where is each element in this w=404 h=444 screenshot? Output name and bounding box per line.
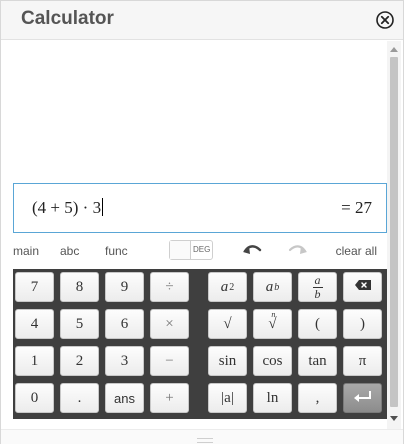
key-close-paren[interactable]: ) [343,309,382,339]
key-enter[interactable] [343,383,382,413]
key-ans[interactable]: ans [105,383,144,413]
title-bar: Calculator [1,1,403,40]
key-open-paren[interactable]: ( [298,309,337,339]
scroll-down-icon[interactable] [390,416,398,421]
key-nth-root[interactable]: n √ [253,309,292,339]
key-power-exponent: b [274,281,280,293]
key-power[interactable]: ab [253,272,292,302]
tab-func[interactable]: func [105,244,128,258]
key-fraction[interactable]: ab [298,272,337,302]
key-0[interactable]: 0 [15,383,54,413]
expression-input[interactable]: (4 + 5) · 3 = 27 [13,183,387,233]
key-6[interactable]: 6 [105,309,144,339]
expression-text: (4 + 5) · 3 [32,198,104,217]
key-sqrt[interactable]: √ [208,309,247,339]
tab-main[interactable]: main [13,244,39,258]
key-4[interactable]: 4 [15,309,54,339]
key-5[interactable]: 5 [60,309,99,339]
key-minus[interactable]: − [150,346,189,376]
nth-root-index: n [271,309,276,319]
tab-abc[interactable]: abc [60,244,79,258]
key-8[interactable]: 8 [60,272,99,302]
deg-toggle[interactable]: DEG [169,240,213,260]
toggle-knob [170,241,191,259]
redo-icon[interactable] [287,241,309,259]
result-text: = 27 [341,198,372,217]
fraction-glyph: ab [312,272,323,301]
key-decimal[interactable]: . [60,383,99,413]
backspace-icon [354,279,372,296]
history-display [13,41,387,183]
key-abs[interactable]: |a| [208,383,247,413]
deg-label: DEG [193,245,211,254]
keypad: 7 8 9 ÷ a2 ab ab 4 5 6 × √ n √ () 1 2 3… [13,269,387,419]
fraction-numerator: a [314,272,321,287]
key-square-exponent: 2 [229,281,235,293]
scrollbar-thumb[interactable] [390,57,398,407]
key-9[interactable]: 9 [105,272,144,302]
key-pi[interactable]: π [343,346,382,376]
key-ln[interactable]: ln [253,383,292,413]
resize-handle[interactable] [197,438,213,443]
key-plus[interactable]: + [150,383,189,413]
key-comma[interactable]: , [298,383,337,413]
key-backspace[interactable] [343,272,382,302]
calculator-window: Calculator (4 + 5) · 3 = 27 main abc fun… [0,0,404,444]
scroll-up-icon[interactable] [390,47,398,52]
key-sin[interactable]: sin [208,346,247,376]
key-square[interactable]: a2 [208,272,247,302]
close-icon[interactable] [375,10,395,30]
nth-root-glyph: n √ [268,310,276,333]
fraction-denominator: b [314,286,321,301]
clear-all-button[interactable]: clear all [336,244,377,258]
enter-icon [353,389,373,408]
vertical-scrollbar[interactable] [387,41,401,429]
undo-icon[interactable] [241,241,263,259]
key-7[interactable]: 7 [15,272,54,302]
key-cos[interactable]: cos [253,346,292,376]
calculator-toolbar: main abc func DEG clear all [13,233,387,269]
window-title: Calculator [21,8,114,29]
key-multiply[interactable]: × [150,309,189,339]
key-2[interactable]: 2 [60,346,99,376]
key-1[interactable]: 1 [15,346,54,376]
key-power-base: a [265,278,274,295]
key-tan[interactable]: tan [298,346,337,376]
key-3[interactable]: 3 [105,346,144,376]
text-caret [102,198,104,216]
key-divide[interactable]: ÷ [150,272,189,302]
key-square-base: a [220,278,229,295]
